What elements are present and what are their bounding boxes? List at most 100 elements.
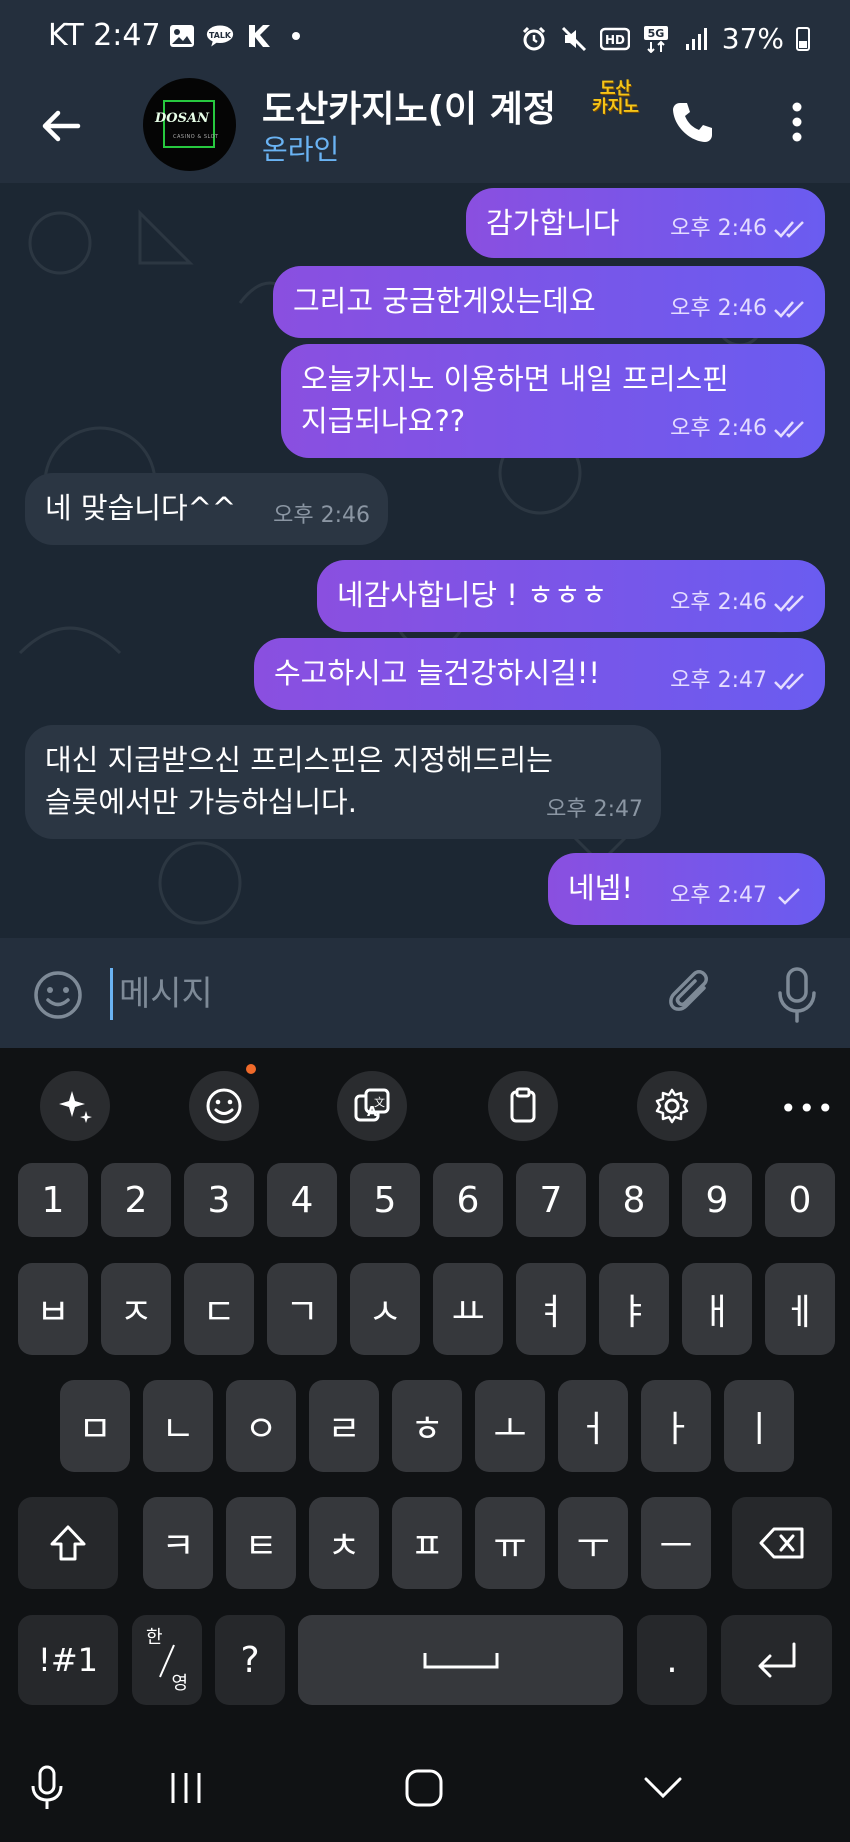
key-i[interactable]: ㅣ <box>724 1380 794 1472</box>
key-rieul[interactable]: ㄹ <box>309 1380 379 1472</box>
clipboard-icon <box>510 1087 536 1123</box>
key-nieun[interactable]: ㄴ <box>143 1380 213 1472</box>
status-time: KT 2:47 <box>48 18 161 53</box>
key-ya[interactable]: ㅑ <box>599 1263 669 1355</box>
keyboard-settings-button[interactable] <box>637 1071 707 1141</box>
recent-apps-button[interactable] <box>161 1763 211 1813</box>
more-horizontal-icon[interactable]: ••• <box>780 1092 836 1125</box>
message-text: 네넵! <box>568 871 633 905</box>
message-time: 오후 2:46 <box>670 216 767 241</box>
5g-icon: 5G <box>642 25 670 53</box>
voice-message-button[interactable] <box>773 966 821 1024</box>
key-digeut[interactable]: ㄷ <box>184 1263 254 1355</box>
system-icons: HD 5G 37% <box>520 22 810 55</box>
call-button[interactable] <box>668 98 716 146</box>
key-0[interactable]: 0 <box>765 1163 835 1237</box>
signal-icon <box>682 25 710 53</box>
key-9[interactable]: 9 <box>682 1163 752 1237</box>
key-2[interactable]: 2 <box>101 1163 171 1237</box>
key-yo[interactable]: ㅛ <box>433 1263 503 1355</box>
attach-button[interactable] <box>666 966 718 1022</box>
emoji-panel-button[interactable] <box>189 1071 259 1141</box>
key-4[interactable]: 4 <box>267 1163 337 1237</box>
message-input-bar <box>0 938 850 1048</box>
key-6[interactable]: 6 <box>433 1163 503 1237</box>
phone-icon <box>673 103 712 142</box>
back-arrow-icon <box>42 110 81 142</box>
avatar[interactable]: DOSAN CASINO & SLOT <box>143 78 236 171</box>
key-bieup[interactable]: ㅂ <box>18 1263 88 1355</box>
key-chieut[interactable]: ㅊ <box>309 1497 379 1589</box>
key-jieut[interactable]: ㅈ <box>101 1263 171 1355</box>
key-siot[interactable]: ㅅ <box>350 1263 420 1355</box>
back-button[interactable] <box>36 100 88 152</box>
space-key[interactable] <box>298 1615 623 1705</box>
key-ae[interactable]: ㅐ <box>682 1263 752 1355</box>
key-7[interactable]: 7 <box>516 1163 586 1237</box>
status-bar: KT 2:47 TALK HD 5G 37% <box>0 0 850 78</box>
microphone-icon <box>778 967 816 1023</box>
key-ieung[interactable]: ㅇ <box>226 1380 296 1472</box>
key-a[interactable]: ㅏ <box>641 1380 711 1472</box>
notification-icons: TALK <box>168 22 310 50</box>
message-bubble-outgoing[interactable]: 오늘카지노 이용하면 내일 프리스핀 지급되나요?? 오후 2:46 <box>281 344 825 458</box>
badge-line-1: 도산 <box>599 79 632 99</box>
key-tieut[interactable]: ㅌ <box>226 1497 296 1589</box>
message-bubble-incoming[interactable]: 대신 지급받으신 프리스핀은 지정해드리는 슬롯에서만 가능하십니다. 오후 2… <box>25 725 661 839</box>
key-mieum[interactable]: ㅁ <box>60 1380 130 1472</box>
keyboard-mic-button[interactable] <box>22 1763 72 1813</box>
message-text: 오늘카지노 이용하면 내일 프리스핀 지급되나요?? <box>301 362 729 438</box>
more-options-button[interactable] <box>782 98 812 146</box>
message-bubble-outgoing[interactable]: 네감사합니당 ! ㅎㅎㅎ 오후 2:46 <box>317 560 825 632</box>
key-8[interactable]: 8 <box>599 1163 669 1237</box>
key-e[interactable]: ㅔ <box>765 1263 835 1355</box>
message-bubble-outgoing[interactable]: 감가합니다 오후 2:46 <box>466 188 825 258</box>
key-giyeok[interactable]: ㄱ <box>267 1263 337 1355</box>
translate-button[interactable]: A文 <box>337 1071 407 1141</box>
double-check-icon <box>774 673 804 690</box>
key-1[interactable]: 1 <box>18 1163 88 1237</box>
message-time: 오후 2:47 <box>546 797 643 822</box>
chat-title[interactable]: 도산카지노(이 계정 <box>262 80 562 132</box>
key-pieup[interactable]: ㅍ <box>392 1497 462 1589</box>
emoji-button[interactable] <box>32 969 84 1021</box>
hide-keyboard-button[interactable] <box>638 1763 688 1813</box>
backspace-key[interactable] <box>732 1497 832 1589</box>
double-check-icon <box>774 595 804 612</box>
keyboard-toolbar: A文 ••• <box>0 1048 850 1145</box>
key-u[interactable]: ㅜ <box>558 1497 628 1589</box>
key-3[interactable]: 3 <box>184 1163 254 1237</box>
key-o[interactable]: ㅗ <box>475 1380 545 1472</box>
message-bubble-incoming[interactable]: 네 맞습니다^^ 오후 2:46 <box>25 473 388 545</box>
shift-key[interactable] <box>18 1497 118 1589</box>
symbols-key[interactable]: !#1 <box>18 1615 118 1705</box>
chat-header: DOSAN CASINO & SLOT 도산카지노(이 계정 도산 카지노 온라… <box>0 78 850 183</box>
key-eo[interactable]: ㅓ <box>558 1380 628 1472</box>
chat-area[interactable]: 감가합니다 오후 2:46 그리고 궁금한게있는데요 오후 2:46 오늘카지노… <box>0 183 850 938</box>
svg-text:文: 文 <box>374 1095 385 1109</box>
double-check-icon <box>774 421 804 438</box>
mute-icon <box>560 25 588 53</box>
key-kieuk[interactable]: ㅋ <box>143 1497 213 1589</box>
message-bubble-outgoing[interactable]: 그리고 궁금한게있는데요 오후 2:46 <box>273 266 825 338</box>
period-key[interactable]: . <box>637 1615 707 1705</box>
message-meta: 오후 2:46 <box>670 208 807 250</box>
key-yu[interactable]: ㅠ <box>475 1497 545 1589</box>
home-button[interactable] <box>399 1763 449 1813</box>
double-check-icon <box>774 301 804 318</box>
key-5[interactable]: 5 <box>350 1163 420 1237</box>
key-yeo[interactable]: ㅕ <box>516 1263 586 1355</box>
language-switch-key[interactable]: 한 영 <box>132 1615 202 1705</box>
paperclip-icon <box>669 970 708 1011</box>
clipboard-button[interactable] <box>488 1071 558 1141</box>
key-hieut[interactable]: ㅎ <box>392 1380 462 1472</box>
message-bubble-outgoing[interactable]: 네넵! 오후 2:47 <box>548 853 825 925</box>
ai-tools-button[interactable] <box>40 1071 110 1141</box>
question-mark-key[interactable]: ? <box>215 1615 285 1705</box>
message-bubble-outgoing[interactable]: 수고하시고 늘건강하시길!! 오후 2:47 <box>254 638 825 710</box>
image-icon <box>168 22 196 50</box>
lang-divider-icon <box>159 1644 175 1678</box>
message-input[interactable] <box>110 968 641 1020</box>
key-eu[interactable]: ㅡ <box>641 1497 711 1589</box>
enter-key[interactable] <box>721 1615 832 1705</box>
